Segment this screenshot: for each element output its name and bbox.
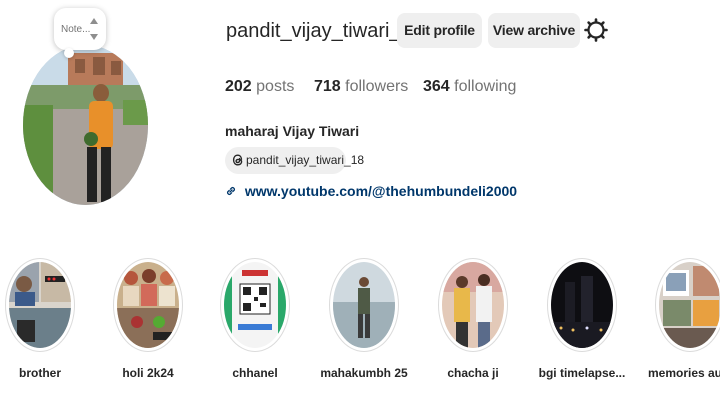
highlight-item[interactable]: memories au... <box>640 258 720 380</box>
threads-handle: pandit_vijay_tiwari_18 <box>246 153 365 167</box>
highlight-label: holi 2k24 <box>122 366 174 380</box>
highlight-cover-ring <box>220 258 290 352</box>
highlight-label: bgi timelapse... <box>538 366 626 380</box>
followers-count: 718 <box>314 78 341 95</box>
note-bubble[interactable]: Note... <box>54 8 106 50</box>
following-count: 364 <box>423 78 450 95</box>
view-archive-button[interactable]: View archive <box>488 13 580 48</box>
website-url: www.youtube.com/@thehumbundeli2000 <box>244 183 518 199</box>
highlight-cover-ring <box>329 258 399 352</box>
followers-stat[interactable]: 718 followers <box>314 78 408 96</box>
highlight-item[interactable]: bgi timelapse... <box>532 258 632 380</box>
sort-arrows-icon <box>90 18 98 40</box>
highlight-item[interactable]: chacha ji <box>423 258 523 380</box>
avatar-photo <box>23 45 148 205</box>
highlight-label: memories au... <box>647 366 720 380</box>
note-bubble-tail <box>64 48 74 58</box>
threads-icon <box>232 154 243 166</box>
highlight-cover <box>224 262 286 348</box>
following-label: following <box>454 78 517 95</box>
profile-username: pandit_vijay_tiwari_18 <box>226 20 423 42</box>
threads-link[interactable]: pandit_vijay_tiwari_18 <box>225 147 364 174</box>
posts-stat: 202 posts <box>225 78 294 96</box>
highlight-item[interactable]: brother <box>0 258 90 380</box>
highlight-label: chacha ji <box>447 366 499 380</box>
highlight-label: brother <box>19 366 61 380</box>
highlight-cover <box>442 262 504 348</box>
profile-avatar[interactable] <box>23 45 148 205</box>
highlight-cover-ring <box>113 258 183 352</box>
highlight-label: chhanel <box>232 366 278 380</box>
edit-profile-button[interactable]: Edit profile <box>397 13 482 48</box>
highlight-cover <box>551 262 613 348</box>
gear-icon[interactable] <box>584 18 608 42</box>
highlight-item[interactable]: holi 2k24 <box>98 258 198 380</box>
posts-label: posts <box>256 78 295 95</box>
followers-label: followers <box>345 78 409 95</box>
highlight-cover-ring <box>438 258 508 352</box>
link-icon <box>227 187 235 195</box>
highlight-cover <box>9 262 71 348</box>
note-label: Note... <box>61 24 91 35</box>
profile-full-name: maharaj Vijay Tiwari <box>225 123 360 139</box>
highlight-cover <box>117 262 179 348</box>
posts-count: 202 <box>225 78 252 95</box>
following-stat[interactable]: 364 following <box>423 78 516 96</box>
highlight-cover-ring <box>5 258 75 352</box>
highlight-cover-ring <box>547 258 617 352</box>
highlight-item[interactable]: mahakumbh 25 <box>314 258 414 380</box>
highlight-item[interactable]: chhanel <box>205 258 305 380</box>
website-link[interactable]: www.youtube.com/@thehumbundeli2000 <box>225 183 517 199</box>
highlight-cover <box>333 262 395 348</box>
highlight-cover-ring <box>655 258 720 352</box>
highlight-cover <box>659 262 720 348</box>
highlight-label: mahakumbh 25 <box>320 366 408 380</box>
